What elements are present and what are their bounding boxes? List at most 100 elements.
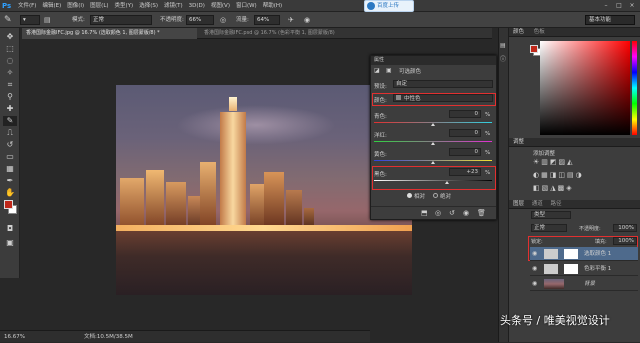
flow-label: 流量: <box>236 17 249 23</box>
hue-slider[interactable] <box>632 41 637 135</box>
absolute-radio[interactable] <box>433 193 438 198</box>
hand-tool-icon[interactable]: ✋ <box>3 188 17 198</box>
menu-window[interactable]: 窗口(W) <box>236 0 257 12</box>
airbrush-icon[interactable]: ✈ <box>288 15 298 25</box>
neutral-swatch-icon <box>396 95 401 100</box>
image-thumbnail <box>544 279 564 289</box>
menu-image[interactable]: 图像(I) <box>67 0 84 12</box>
layer-row-color-balance[interactable]: ◉ 色彩平衡 1 <box>530 262 638 276</box>
pen-tool-icon[interactable]: ✒ <box>3 176 17 186</box>
history-brush-tool-icon[interactable]: ↺ <box>3 140 17 150</box>
yellow-input[interactable]: 0 <box>449 148 481 156</box>
workspace-select[interactable]: 基本功能 <box>585 15 635 25</box>
quick-select-tool-icon[interactable]: ✧ <box>3 68 17 78</box>
brush-tool-icon[interactable]: ✎ <box>3 116 17 126</box>
yellow-unit: % <box>485 150 491 156</box>
opacity-input[interactable]: 66% <box>186 15 214 25</box>
photoshop-logo: Ps <box>2 2 12 10</box>
adjustment-thumbnail <box>544 249 558 259</box>
menu-filter[interactable]: 滤镜(T) <box>164 0 183 12</box>
reset-icon[interactable]: ↺ <box>449 209 455 217</box>
pressure-opacity-icon[interactable]: ◎ <box>220 15 230 25</box>
screen-mode-icon[interactable]: ▣ <box>3 238 17 248</box>
close-button[interactable]: × <box>626 1 638 11</box>
building <box>200 162 216 230</box>
magenta-input[interactable]: 0 <box>449 129 481 137</box>
layer-name[interactable]: 色彩平衡 1 <box>584 262 611 276</box>
brush-panel-icon[interactable]: ▤ <box>44 15 54 25</box>
baidu-upload-button[interactable]: 百度上传 <box>364 0 414 12</box>
mask-thumbnail[interactable] <box>564 264 578 274</box>
zoom-level[interactable]: 16.67% <box>4 331 25 343</box>
history-icon[interactable]: ▤ <box>500 42 508 50</box>
options-bar: ✎ ▾ ▤ 模式: 正常 不透明度: 66% ◎ 流量: 64% ✈ ◉ 基本功… <box>0 12 640 28</box>
menu-select[interactable]: 选择(S) <box>139 0 158 12</box>
relative-radio[interactable] <box>407 193 412 198</box>
eye-icon[interactable]: ◉ <box>532 247 537 261</box>
healing-tool-icon[interactable]: ✚ <box>3 104 17 114</box>
tab-adjustments[interactable]: 调整 <box>513 139 524 145</box>
layer-row-selective-color[interactable]: ◉ 选取颜色 1 <box>530 247 638 261</box>
trash-icon[interactable]: 🗑 <box>477 209 486 217</box>
clip-icon[interactable]: ⬒ <box>421 209 428 217</box>
tab-document-1[interactable]: 香港国际金融IFC.jpg @ 16.7% (选取颜色 1, 图层蒙版/8) * <box>22 28 197 39</box>
mask-icon[interactable]: ▣ <box>386 67 396 75</box>
lasso-tool-icon[interactable]: ◌ <box>3 56 17 66</box>
preset-select[interactable]: 自定 <box>393 80 493 88</box>
menu-layer[interactable]: 图层(L) <box>90 0 108 12</box>
layer-name[interactable]: 背景 <box>584 277 595 291</box>
building <box>166 182 186 230</box>
crop-tool-icon[interactable]: ⌗ <box>3 80 17 90</box>
visibility-icon[interactable]: ◉ <box>463 209 469 217</box>
building <box>250 184 264 230</box>
menu-edit[interactable]: 编辑(E) <box>42 0 61 12</box>
move-tool-icon[interactable]: ✥ <box>3 32 17 42</box>
menu-help[interactable]: 帮助(H) <box>263 0 282 12</box>
gradient-tool-icon[interactable]: ▦ <box>3 164 17 174</box>
menu-type[interactable]: 类型(Y) <box>115 0 134 12</box>
mode-select[interactable]: 正常 <box>90 15 152 25</box>
adjustment-icons-row3[interactable]: ◧▧◮▩◈ <box>533 184 613 192</box>
black-slider[interactable] <box>374 180 492 181</box>
quick-mask-icon[interactable]: ◘ <box>3 224 17 234</box>
cyan-input[interactable]: 0 <box>449 110 481 118</box>
foreground-color-swatch[interactable] <box>4 200 13 209</box>
cloud-glow <box>176 105 336 145</box>
menu-3d[interactable]: 3D(D) <box>189 0 205 12</box>
tab-document-2-label: 香港国际金融IFC.psd @ 16.7% (色彩平衡 1, 图层蒙版/8) <box>204 30 335 36</box>
layer-name[interactable]: 选取颜色 1 <box>584 247 611 261</box>
menu-view[interactable]: 视图(V) <box>211 0 230 12</box>
yellow-slider-thumb[interactable] <box>431 161 435 164</box>
minimize-button[interactable]: – <box>600 1 612 11</box>
adjustment-icons-row2[interactable]: ◐▦◨◫▤◑ <box>533 171 613 179</box>
eye-icon[interactable]: ◉ <box>532 262 537 276</box>
stamp-tool-icon[interactable]: ⎍ <box>3 128 17 138</box>
black-input[interactable]: +23 <box>449 168 481 176</box>
layer-row-background[interactable]: ◉ 背景 <box>530 277 638 291</box>
baidu-upload-label: 百度上传 <box>377 3 400 9</box>
tab-document-2[interactable]: 香港国际金融IFC.psd @ 16.7% (色彩平衡 1, 图层蒙版/8) <box>200 28 380 39</box>
maximize-button[interactable]: □ <box>613 1 625 11</box>
tab-swatches[interactable]: 色板 <box>534 29 545 35</box>
brush-tool-icon[interactable]: ✎ <box>4 14 16 26</box>
menu-file[interactable]: 文件(F) <box>18 0 36 12</box>
flow-input[interactable]: 64% <box>254 15 280 25</box>
brush-preset-picker[interactable]: ▾ <box>20 15 40 25</box>
eye-icon[interactable]: ◉ <box>532 277 537 291</box>
eraser-tool-icon[interactable]: ▭ <box>3 152 17 162</box>
pressure-size-icon[interactable]: ◉ <box>304 15 314 25</box>
black-slider-thumb[interactable] <box>445 181 449 184</box>
document-canvas[interactable] <box>116 85 412 295</box>
mask-thumbnail[interactable] <box>564 249 578 259</box>
eyedropper-tool-icon[interactable]: ⚲ <box>3 92 17 102</box>
cyan-slider-thumb[interactable] <box>431 123 435 126</box>
info-icon[interactable]: ⓘ <box>500 54 508 63</box>
view-previous-icon[interactable]: ◎ <box>435 209 441 217</box>
magenta-slider-thumb[interactable] <box>431 142 435 145</box>
adjustment-icons-row1[interactable]: ☀▥◩▨◭ <box>533 158 613 166</box>
color-picker-field[interactable] <box>540 41 630 135</box>
color-select[interactable]: 中性色 <box>393 94 493 102</box>
color-panel-fg-swatch[interactable] <box>530 45 538 53</box>
tab-color[interactable]: 颜色 <box>513 29 524 35</box>
marquee-tool-icon[interactable]: ⬚ <box>3 44 17 54</box>
